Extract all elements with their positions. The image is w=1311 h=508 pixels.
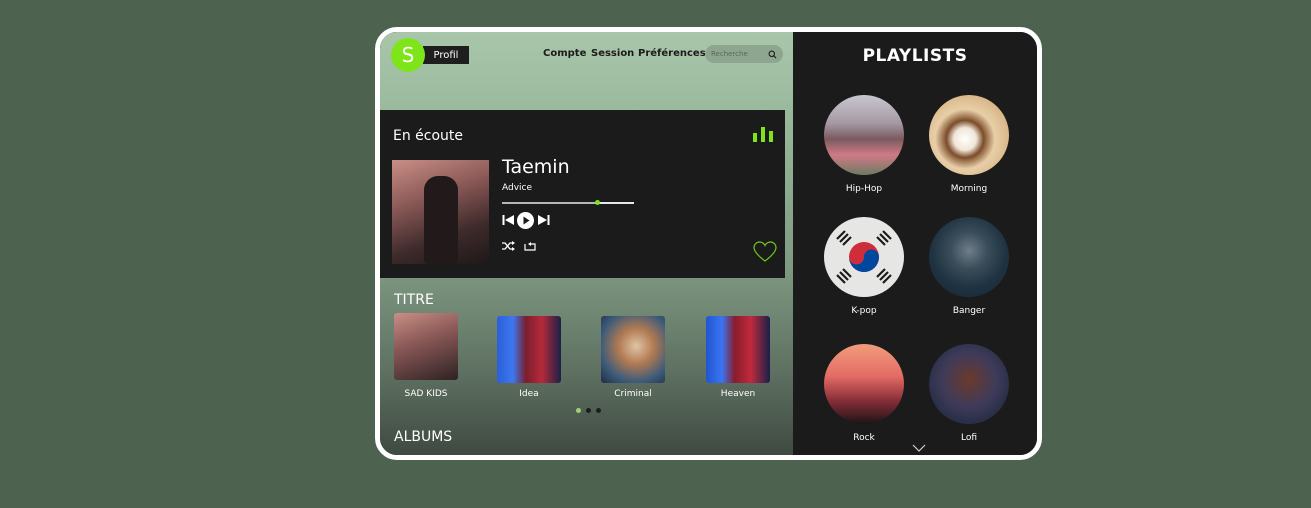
pagination-dot[interactable] (576, 408, 581, 413)
korean-flag-icon (836, 230, 892, 284)
album-cover (392, 160, 489, 264)
shuffle-icon[interactable] (502, 241, 515, 251)
playlist-cover (929, 217, 1009, 297)
playlist-name: Lofi (960, 433, 978, 443)
playlist-name: K-pop (851, 306, 877, 316)
playlists-panel: PLAYLISTS Hip-Hop Morning K-pop Banger R… (793, 32, 1037, 455)
avatar[interactable]: S (391, 38, 425, 72)
playlist-name: Rock (853, 433, 875, 443)
track-name: Idea (519, 389, 539, 399)
track-name: Heaven (720, 389, 756, 399)
playlist-morning[interactable]: Morning (924, 95, 1014, 194)
playlist-name: Banger (952, 306, 986, 316)
playlist-cover (824, 217, 904, 297)
track-card[interactable]: Idea (494, 316, 564, 399)
chevron-down-icon[interactable] (912, 444, 926, 452)
heart-icon[interactable] (753, 241, 777, 263)
titles-heading: TITRE (394, 292, 434, 308)
nav-session[interactable]: Session (591, 48, 634, 59)
playlist-name: Morning (950, 184, 988, 194)
nav-compte[interactable]: Compte (543, 48, 586, 59)
repeat-icon[interactable] (524, 241, 536, 251)
search-icon[interactable] (768, 50, 777, 59)
app-window: S Profil Compte Session Préférences En é… (375, 27, 1042, 460)
playlist-lofi[interactable]: Lofi (924, 344, 1014, 443)
now-playing-card: En écoute Taemin Advice (380, 110, 785, 278)
song-title: Advice (502, 183, 533, 193)
next-icon[interactable] (538, 214, 550, 226)
track-card[interactable]: Heaven (703, 316, 773, 399)
playlist-cover (824, 344, 904, 424)
progress-fill (502, 202, 598, 204)
playlists-title: PLAYLISTS (862, 46, 968, 66)
track-name: SAD KIDS (404, 389, 448, 399)
track-thumbnail (601, 316, 665, 383)
playlist-cover (929, 95, 1009, 175)
playlist-cover (824, 95, 904, 175)
profile-button[interactable]: Profil (423, 46, 469, 64)
playlist-rock[interactable]: Rock (819, 344, 909, 443)
playlist-hip-hop[interactable]: Hip-Hop (819, 95, 909, 194)
artist-name: Taemin (502, 156, 570, 178)
play-icon[interactable] (517, 212, 534, 229)
albums-heading: ALBUMS (394, 429, 453, 445)
cover-figure (424, 176, 458, 264)
playlist-cover (929, 344, 1009, 424)
track-card[interactable]: SAD KIDS (391, 313, 461, 399)
equalizer-icon (753, 127, 773, 142)
track-thumbnail (394, 313, 458, 380)
pagination-dot[interactable] (596, 408, 601, 413)
main-pane: S Profil Compte Session Préférences En é… (380, 32, 793, 455)
playlist-banger[interactable]: Banger (924, 217, 1014, 316)
pagination-dot[interactable] (586, 408, 591, 413)
playlist-name: Hip-Hop (845, 184, 883, 194)
progress-handle[interactable] (594, 200, 600, 205)
nav-preferences[interactable]: Préférences (638, 48, 706, 59)
progress-bar[interactable] (502, 200, 634, 205)
previous-icon[interactable] (502, 214, 514, 226)
search-input[interactable] (711, 50, 763, 58)
track-name: Criminal (614, 389, 652, 399)
track-card[interactable]: Criminal (598, 316, 668, 399)
carousel-pagination (576, 408, 601, 413)
playlist-k-pop[interactable]: K-pop (819, 217, 909, 316)
search-bar (705, 45, 783, 63)
track-thumbnail (706, 316, 770, 383)
now-playing-title: En écoute (393, 128, 464, 144)
track-thumbnail (497, 316, 561, 383)
